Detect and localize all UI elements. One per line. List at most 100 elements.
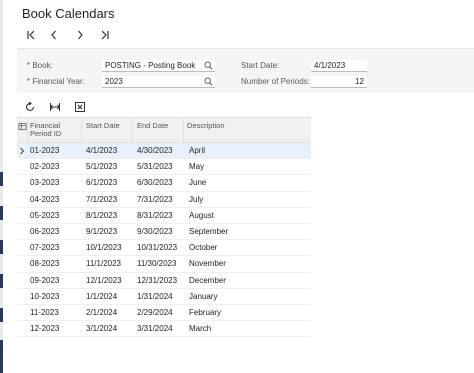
cell-financial-period-id[interactable]: 03-2023 (30, 175, 59, 191)
cell-financial-period-id[interactable]: 08-2023 (30, 256, 59, 272)
last-record-button[interactable] (98, 29, 112, 41)
left-edge-marker (0, 206, 3, 220)
cell-start-date[interactable]: 8/1/2023 (86, 208, 117, 224)
cell-description[interactable]: August (189, 208, 214, 224)
cell-financial-period-id[interactable]: 07-2023 (30, 240, 59, 256)
book-field[interactable]: POSTING - Posting Book (102, 60, 215, 72)
cell-start-date[interactable]: 6/1/2023 (86, 175, 117, 191)
cell-start-date[interactable]: 1/1/2024 (86, 289, 117, 305)
cell-start-date[interactable]: 7/1/2023 (86, 192, 117, 208)
column-separator (132, 118, 133, 143)
table-row[interactable]: 12-2023 3/1/2024 3/31/2024 March (17, 321, 311, 338)
cell-description[interactable]: December (189, 273, 226, 289)
table-row[interactable]: 02-2023 5/1/2023 5/31/2023 May (17, 159, 311, 176)
number-of-periods-field[interactable]: 12 (311, 76, 367, 88)
cell-end-date[interactable]: 10/31/2023 (137, 240, 177, 256)
cell-description[interactable]: January (189, 289, 217, 305)
cell-financial-period-id[interactable]: 09-2023 (30, 273, 59, 289)
export-excel-icon (75, 102, 85, 112)
search-icon[interactable] (204, 77, 213, 86)
cell-end-date[interactable]: 6/30/2023 (137, 175, 173, 191)
financial-year-field[interactable]: 2023 (102, 76, 215, 88)
cell-financial-period-id[interactable]: 11-2023 (30, 305, 59, 321)
column-header-end-date[interactable]: End Date (137, 122, 168, 130)
cell-end-date[interactable]: 5/31/2023 (137, 159, 173, 175)
first-record-icon (27, 30, 35, 40)
table-row[interactable]: 10-2023 1/1/2024 1/31/2024 January (17, 289, 311, 305)
cell-end-date[interactable]: 4/30/2023 (137, 143, 173, 159)
cell-end-date[interactable]: 3/31/2024 (137, 321, 173, 337)
column-header-financial-period-id[interactable]: Financial Period ID (30, 122, 61, 138)
column-header-description[interactable]: Description (187, 122, 225, 130)
cell-description[interactable]: April (189, 143, 205, 159)
cell-financial-period-id[interactable]: 04-2023 (30, 192, 59, 208)
number-of-periods-label: Number of Periods: (241, 77, 310, 86)
periods-grid: Financial Period ID Start Date End Date … (17, 117, 311, 338)
table-row[interactable]: 09-2023 12/1/2023 12/31/2023 December (17, 273, 311, 289)
column-header-start-date[interactable]: Start Date (86, 122, 120, 130)
table-row[interactable]: 11-2023 2/1/2024 2/29/2024 February (17, 305, 311, 322)
search-icon[interactable] (204, 61, 213, 70)
cell-financial-period-id[interactable]: 02-2023 (30, 159, 59, 175)
chevron-left-icon (51, 30, 56, 40)
current-row-arrow-icon (20, 147, 25, 155)
cell-financial-period-id[interactable]: 06-2023 (30, 224, 59, 240)
cell-description[interactable]: March (189, 321, 211, 337)
cell-end-date[interactable]: 11/30/2023 (137, 256, 176, 272)
cell-description[interactable]: February (189, 305, 221, 321)
page-title: Book Calendars (22, 6, 115, 21)
cell-start-date[interactable]: 9/1/2023 (86, 224, 117, 240)
summary-form-panel (17, 48, 474, 93)
table-row[interactable]: 08-2023 11/1/2023 11/30/2023 November (17, 256, 311, 273)
cell-financial-period-id[interactable]: 01-2023 (30, 143, 59, 159)
cell-description[interactable]: November (189, 256, 226, 272)
financial-year-label: * Financial Year: (27, 77, 85, 86)
cell-end-date[interactable]: 7/31/2023 (137, 192, 173, 208)
cell-start-date[interactable]: 3/1/2024 (86, 321, 117, 337)
table-row[interactable]: 06-2023 9/1/2023 9/30/2023 September (17, 224, 311, 241)
cell-end-date[interactable]: 2/29/2024 (137, 305, 173, 321)
cell-start-date[interactable]: 5/1/2023 (86, 159, 117, 175)
start-date-field[interactable]: 4/1/2023 (311, 60, 367, 72)
cell-end-date[interactable]: 12/31/2023 (137, 273, 177, 289)
cell-end-date[interactable]: 9/30/2023 (137, 224, 173, 240)
table-row[interactable]: 07-2023 10/1/2023 10/31/2023 October (17, 240, 311, 257)
grid-toolbar (17, 99, 474, 116)
cell-start-date[interactable]: 12/1/2023 (86, 273, 122, 289)
refresh-icon (25, 101, 35, 112)
previous-record-button[interactable] (47, 29, 61, 41)
cell-financial-period-id[interactable]: 10-2023 (30, 289, 59, 305)
cell-start-date[interactable]: 11/1/2023 (86, 256, 121, 272)
cell-start-date[interactable]: 2/1/2024 (86, 305, 117, 321)
cell-start-date[interactable]: 10/1/2023 (86, 240, 122, 256)
table-row[interactable]: 04-2023 7/1/2023 7/31/2023 July (17, 192, 311, 208)
left-edge-marker (0, 340, 3, 373)
fit-columns-icon (50, 103, 60, 111)
column-settings-icon[interactable] (18, 122, 27, 131)
cell-financial-period-id[interactable]: 12-2023 (30, 321, 59, 337)
start-date-label: Start Date: (241, 61, 280, 70)
cell-start-date[interactable]: 4/1/2023 (86, 143, 117, 159)
next-record-button[interactable] (73, 29, 87, 41)
cell-description[interactable]: September (189, 224, 228, 240)
left-edge-marker (0, 308, 3, 322)
first-record-button[interactable] (24, 29, 38, 41)
left-edge-marker (0, 172, 3, 186)
cell-description[interactable]: June (189, 175, 206, 191)
cell-description[interactable]: October (189, 240, 217, 256)
last-record-icon (101, 30, 109, 40)
column-separator (27, 118, 28, 143)
column-separator (183, 118, 184, 143)
export-excel-button[interactable] (74, 101, 86, 113)
cell-end-date[interactable]: 1/31/2024 (137, 289, 173, 305)
table-row[interactable]: 01-2023 4/1/2023 4/30/2023 April (17, 143, 311, 160)
cell-description[interactable]: July (189, 192, 203, 208)
cell-financial-period-id[interactable]: 05-2023 (30, 208, 59, 224)
cell-description[interactable]: May (189, 159, 204, 175)
refresh-button[interactable] (24, 101, 36, 113)
table-row[interactable]: 05-2023 8/1/2023 8/31/2023 August (17, 208, 311, 224)
table-row[interactable]: 03-2023 6/1/2023 6/30/2023 June (17, 175, 311, 192)
grid-body: 01-2023 4/1/2023 4/30/2023 April 02-2023 5/1/… (17, 143, 311, 338)
fit-columns-button[interactable] (49, 101, 61, 113)
cell-end-date[interactable]: 8/31/2023 (137, 208, 173, 224)
